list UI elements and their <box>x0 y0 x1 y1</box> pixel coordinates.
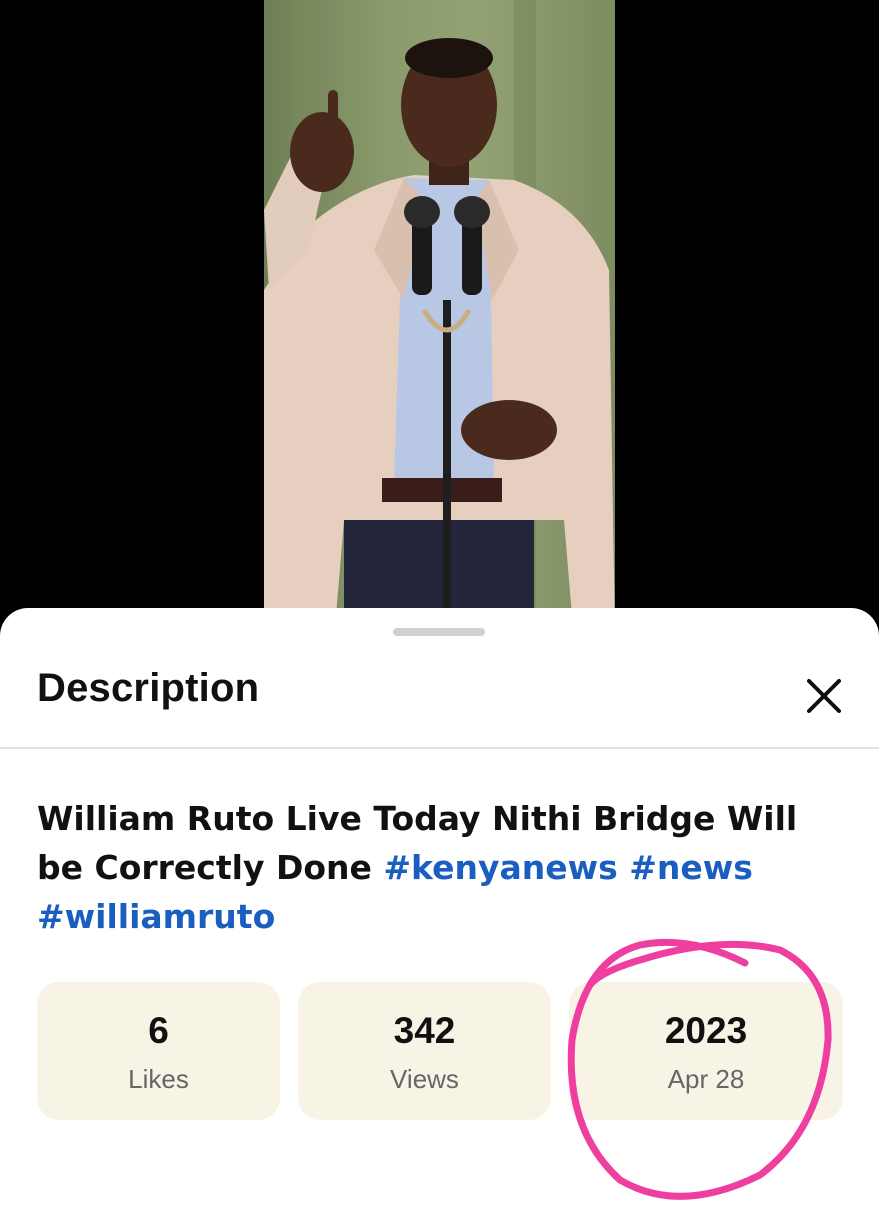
likes-stat: 6 Likes <box>37 982 280 1120</box>
hashtag-link[interactable]: #williamruto <box>37 897 275 936</box>
video-player[interactable] <box>0 0 879 640</box>
description-sheet: Description William Ruto Live Today Nith… <box>0 608 879 1208</box>
date-day: Apr 28 <box>667 1064 745 1094</box>
video-frame <box>264 0 615 640</box>
drag-handle[interactable] <box>393 628 485 636</box>
close-icon[interactable] <box>796 668 852 724</box>
stats-row: 6 Likes 342 Views 2023 Apr 28 <box>37 982 843 1122</box>
speaker-illustration <box>264 0 615 640</box>
hashtag-link[interactable]: #news <box>629 848 753 887</box>
views-count: 342 <box>393 1010 456 1051</box>
divider <box>0 747 879 749</box>
sheet-title: Description <box>37 666 260 710</box>
video-description: William Ruto Live Today Nithi Bridge Wil… <box>37 794 837 941</box>
views-stat: 342 Views <box>298 982 551 1120</box>
likes-count: 6 <box>148 1010 169 1051</box>
views-label: Views <box>390 1064 459 1094</box>
date-stat: 2023 Apr 28 <box>569 982 843 1120</box>
likes-label: Likes <box>128 1064 189 1094</box>
date-year: 2023 <box>664 1010 748 1051</box>
hashtag-link[interactable]: #kenyanews <box>383 848 617 887</box>
